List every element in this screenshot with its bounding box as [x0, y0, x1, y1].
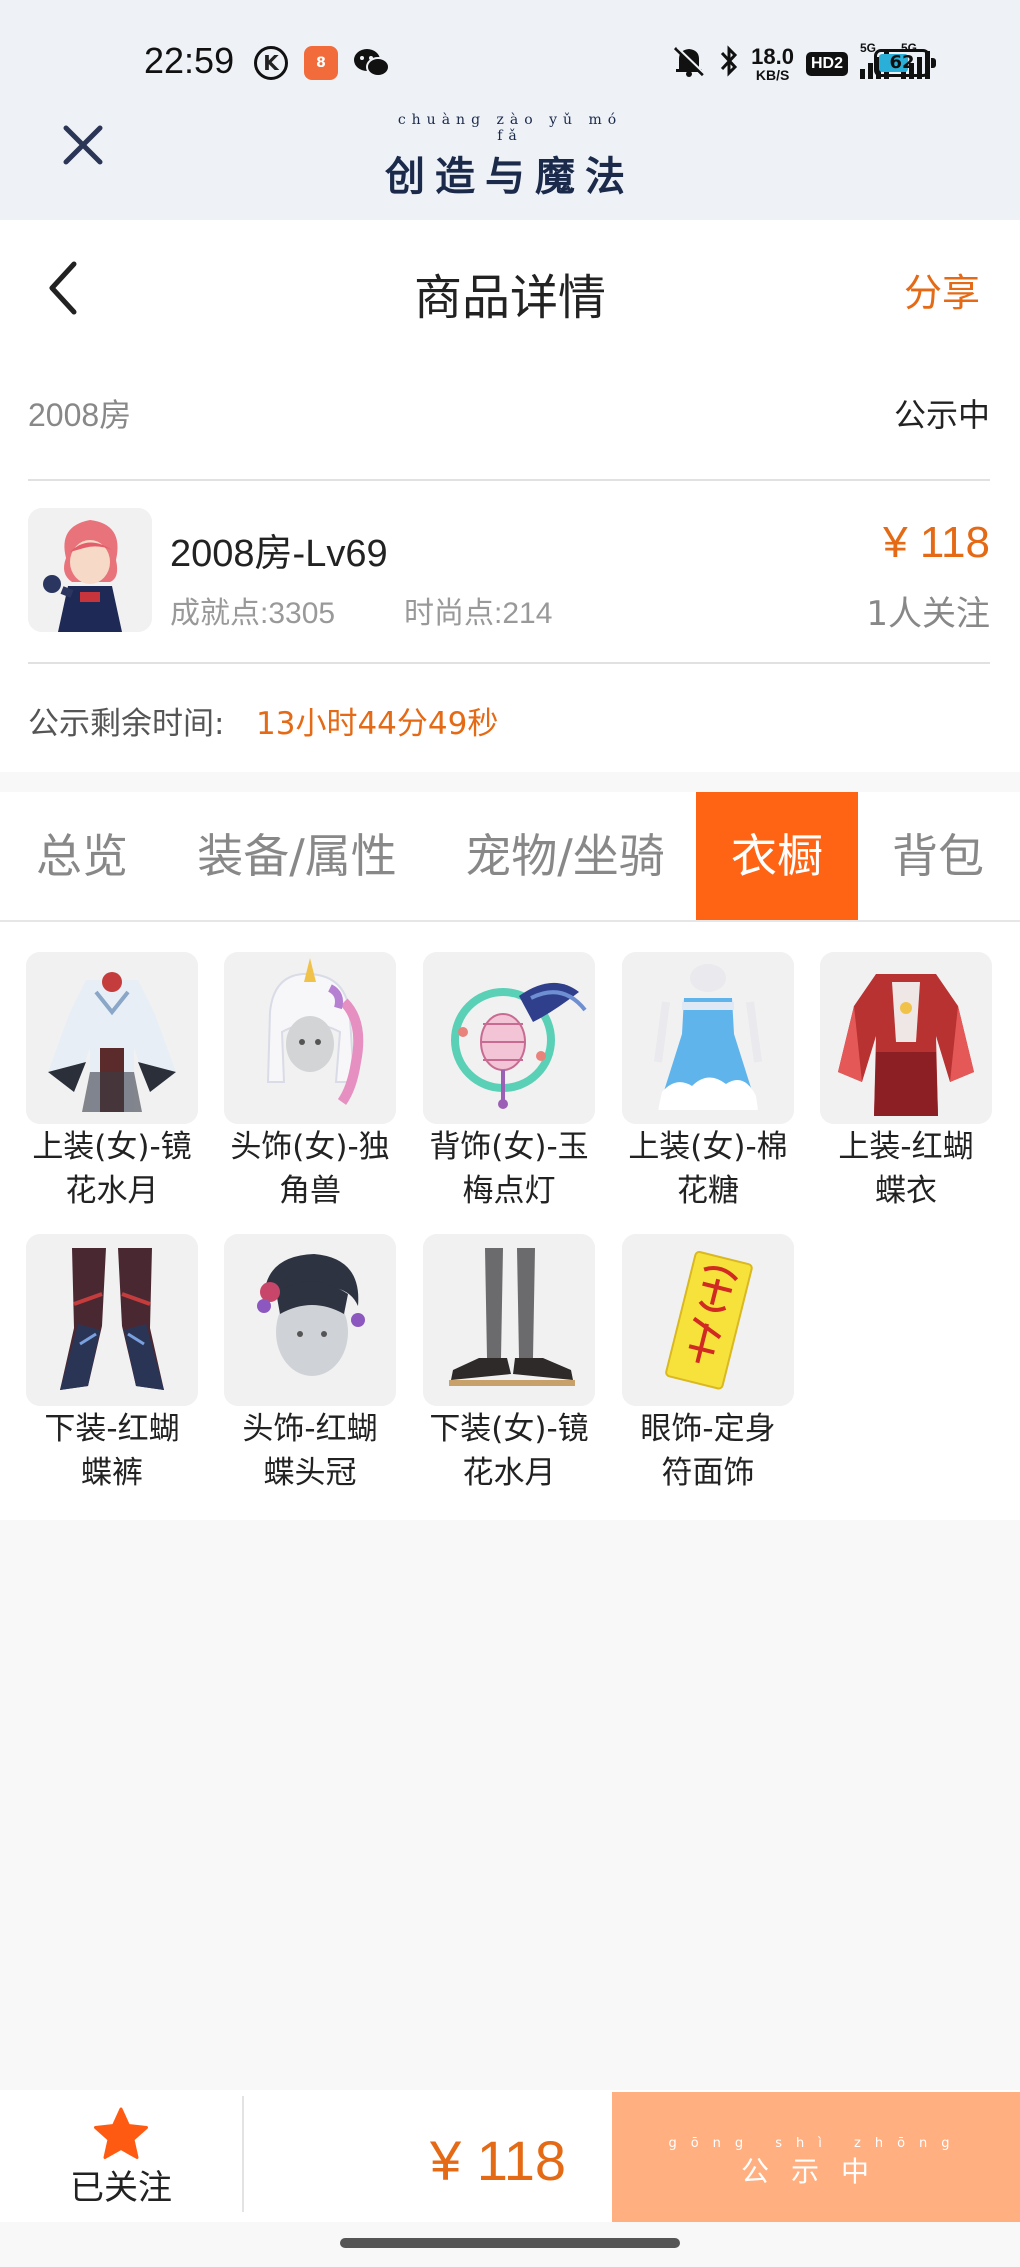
fashion-points: 时尚点:214 — [404, 597, 553, 630]
remaining-time-label: 公示剩余时间: — [28, 706, 225, 742]
tab-equipment[interactable]: 装备/属性 — [186, 792, 408, 920]
item-thumbnail — [622, 1234, 794, 1406]
item-name-line: 花水月 — [65, 1173, 159, 1209]
close-icon[interactable] — [58, 120, 108, 170]
follow-button[interactable]: 已关注 — [0, 2090, 242, 2222]
tab-overview[interactable]: 总览 — [18, 792, 146, 920]
item-thumbnail — [224, 1234, 396, 1406]
wardrobe-item[interactable]: 上装(女)-棉 花糖 — [622, 952, 794, 1212]
listing-status: 公示中 — [893, 396, 990, 434]
app-logo: chuàng zào yǔ mó fǎ 创造与魔法 — [380, 112, 640, 200]
listing-price: ¥ 118 — [883, 518, 990, 567]
wardrobe-item[interactable]: 上装-红蝴 蝶衣 — [820, 952, 992, 1212]
wardrobe-item[interactable]: 上装(女)-镜 花水月 — [26, 952, 198, 1212]
item-name-line: 花糖 — [677, 1173, 739, 1209]
listing-info: 2008房 公示中 2008房-Lv69 成就点:3305 时尚点:214 ¥ … — [0, 350, 1020, 772]
mute-bell-icon — [671, 44, 707, 83]
page-title: 商品详情 — [413, 270, 606, 326]
remaining-time-value: 13小时44分49秒 — [256, 706, 499, 742]
button-pinyin: gōng shì zhōng — [668, 2136, 964, 2151]
wardrobe-item[interactable]: 下装(女)-镜 花水月 — [423, 1234, 595, 1494]
item-name-line: 蝶裤 — [81, 1455, 143, 1491]
achievement-points: 成就点:3305 — [170, 597, 336, 630]
item-thumbnail — [423, 952, 595, 1124]
home-indicator[interactable] — [340, 2238, 680, 2248]
status-time: 22:59 — [144, 40, 235, 81]
tab-pets-mounts[interactable]: 宠物/坐骑 — [454, 792, 676, 920]
wardrobe-item[interactable]: 头饰(女)-独 角兽 — [224, 952, 396, 1212]
item-thumbnail — [423, 1234, 595, 1406]
item-thumbnail — [26, 1234, 198, 1406]
item-name-line: 背饰(女)-玉 — [429, 1129, 589, 1165]
item-name-line: 下装(女)-镜 — [429, 1411, 589, 1447]
app-header: chuàng zào yǔ mó fǎ 创造与魔法 — [0, 100, 1020, 220]
follow-label: 已关注 — [70, 2168, 172, 2208]
bottom-price: ¥ 118 — [430, 2129, 566, 2192]
room-label: 2008房 — [28, 397, 132, 433]
follower-count: 1人关注 — [866, 594, 990, 634]
logo-pinyin: chuàng zào yǔ mó fǎ — [397, 112, 623, 144]
item-name-line: 眼饰-定身 — [640, 1411, 776, 1447]
app-notification-icon: 8 — [304, 46, 338, 80]
wardrobe-item[interactable]: 眼饰-定身 符面饰 — [622, 1234, 794, 1494]
battery-level: 62 — [889, 52, 915, 73]
item-name-line: 下装-红蝴 — [44, 1411, 180, 1447]
network-speed: 18.0 KB/S — [751, 43, 794, 83]
star-icon — [92, 2106, 150, 2162]
divider — [242, 2096, 244, 2212]
wardrobe-item[interactable]: 背饰(女)-玉 梅点灯 — [423, 952, 595, 1212]
listing-name: 2008房-Lv69 — [170, 533, 388, 575]
tab-wardrobe[interactable]: 衣橱 — [696, 792, 858, 920]
wardrobe-grid: 上装(女)-镜 花水月 头饰(女)-独 角兽 背饰(女)-玉 梅点灯 上装(女)… — [0, 922, 1020, 1520]
tab-backpack[interactable]: 背包 — [874, 792, 1002, 920]
item-name-line: 上装(女)-镜 — [32, 1129, 192, 1165]
bottom-bar: 已关注 ¥ 118 gōng shì zhōng 公示中 — [0, 2090, 1020, 2222]
character-avatar — [28, 508, 152, 632]
item-name-line: 蝶衣 — [875, 1173, 937, 1209]
divider — [28, 479, 990, 481]
item-name-line: 花水月 — [462, 1455, 556, 1491]
item-thumbnail — [820, 952, 992, 1124]
item-name-line: 梅点灯 — [462, 1173, 556, 1209]
item-thumbnail — [622, 952, 794, 1124]
button-label: 公示中 — [740, 2155, 891, 2188]
item-name-line: 角兽 — [279, 1173, 341, 1209]
item-name-line: 头饰(女)-独 — [230, 1129, 390, 1165]
k-app-icon: K — [254, 46, 288, 80]
logo-text: 创造与魔法 — [385, 153, 635, 200]
item-name-line: 蝶头冠 — [263, 1455, 357, 1491]
wechat-icon — [352, 46, 392, 80]
detail-header: 商品详情 分享 — [0, 220, 1020, 350]
divider — [28, 662, 990, 664]
wardrobe-item[interactable]: 头饰-红蝴 蝶头冠 — [224, 1234, 396, 1494]
item-name-line: 上装-红蝴 — [838, 1129, 974, 1165]
battery-icon: 62 — [874, 49, 936, 77]
share-button[interactable]: 分享 — [904, 262, 980, 317]
category-tabs: 总览 装备/属性 宠物/坐骑 衣橱 背包 — [0, 792, 1020, 922]
item-thumbnail — [26, 952, 198, 1124]
item-name-line: 上装(女)-棉 — [628, 1129, 788, 1165]
item-thumbnail — [224, 952, 396, 1124]
hd-voice-icon: HD2 — [805, 51, 848, 76]
item-name-line: 符面饰 — [661, 1455, 755, 1491]
bluetooth-icon — [719, 44, 739, 83]
publicity-button[interactable]: gōng shì zhōng 公示中 — [612, 2092, 1020, 2222]
wardrobe-item[interactable]: 下装-红蝴 蝶裤 — [26, 1234, 198, 1494]
item-name-line: 头饰-红蝴 — [242, 1411, 378, 1447]
